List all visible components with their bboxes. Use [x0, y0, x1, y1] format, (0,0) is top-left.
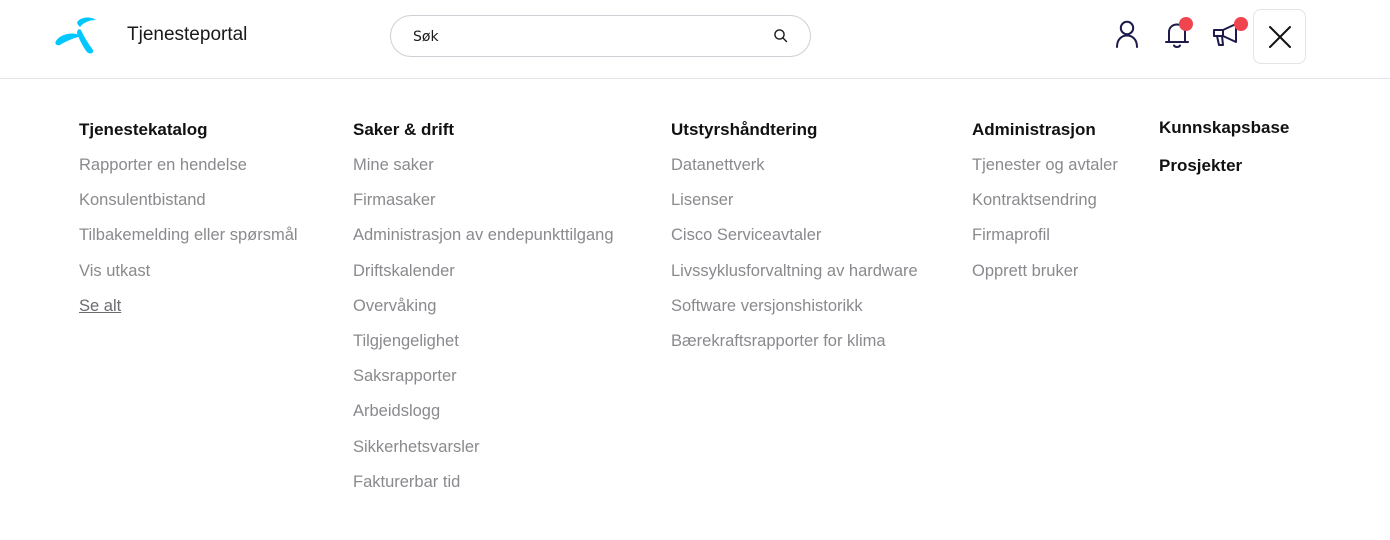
- menu-column-utstyrshandtering: Utstyrshåndtering Datanettverk Lisenser …: [671, 119, 918, 365]
- user-icon[interactable]: [1110, 18, 1144, 52]
- see-all-link[interactable]: Se alt: [79, 295, 298, 330]
- column-title: Utstyrshåndtering: [671, 120, 818, 139]
- column-title: Saker & drift: [353, 120, 455, 139]
- menu-column-saker-drift: Saker & drift Mine saker Firmasaker Admi…: [353, 119, 614, 506]
- telia-logo-icon[interactable]: [52, 15, 98, 55]
- menu-link[interactable]: Kontraktsendring: [972, 189, 1118, 224]
- menu-link[interactable]: Livssyklusforvaltning av hardware: [671, 260, 918, 295]
- column-title: Administrasjon: [972, 120, 1096, 139]
- search-input[interactable]: [413, 26, 753, 48]
- menu-link[interactable]: Opprett bruker: [972, 260, 1118, 295]
- menu-link[interactable]: Overvåking: [353, 295, 614, 330]
- menu-link[interactable]: Administrasjon av endepunkttilgang: [353, 224, 614, 259]
- menu-link[interactable]: Software versjonshistorikk: [671, 295, 918, 330]
- menu-link[interactable]: Tilgjengelighet: [353, 330, 614, 365]
- menu-link[interactable]: Saksrapporter: [353, 365, 614, 400]
- menu-link[interactable]: Firmasaker: [353, 189, 614, 224]
- menu-link[interactable]: Konsulentbistand: [79, 189, 298, 224]
- search-icon[interactable]: [772, 27, 790, 45]
- menu-link-kunnskapsbase[interactable]: Kunnskapsbase: [1159, 118, 1289, 138]
- menu-link[interactable]: Firmaprofil: [972, 224, 1118, 259]
- menu-link[interactable]: Mine saker: [353, 154, 614, 189]
- menu-link[interactable]: Arbeidslogg: [353, 400, 614, 435]
- notification-badge: [1179, 17, 1193, 31]
- menu-link-prosjekter[interactable]: Prosjekter: [1159, 156, 1242, 176]
- column-title: Tjenestekatalog: [79, 120, 208, 139]
- menu-link[interactable]: Rapporter en hendelse: [79, 154, 298, 189]
- menu-link[interactable]: Cisco Serviceavtaler: [671, 224, 918, 259]
- menu-link[interactable]: Vis utkast: [79, 260, 298, 295]
- menu-link[interactable]: Bærekraftsrapporter for klima: [671, 330, 918, 365]
- menu-column-tjenestekatalog: Tjenestekatalog Rapporter en hendelse Ko…: [79, 119, 298, 330]
- brand-title: Tjenesteportal: [127, 24, 248, 45]
- menu-link[interactable]: Tjenester og avtaler: [972, 154, 1118, 189]
- menu-link[interactable]: Driftskalender: [353, 260, 614, 295]
- menu-link[interactable]: Fakturerbar tid: [353, 471, 614, 506]
- search-box[interactable]: [390, 15, 811, 57]
- menu-column-administrasjon: Administrasjon Tjenester og avtaler Kont…: [972, 119, 1118, 295]
- announcement-badge: [1234, 17, 1248, 31]
- close-icon: [1269, 26, 1291, 48]
- menu-link[interactable]: Tilbakemelding eller spørsmål: [79, 224, 298, 259]
- menu-link[interactable]: Datanettverk: [671, 154, 918, 189]
- close-menu-button[interactable]: [1253, 9, 1306, 64]
- menu-link[interactable]: Sikkerhetsvarsler: [353, 436, 614, 471]
- top-bar: Tjenesteportal: [0, 0, 1390, 79]
- menu-link[interactable]: Lisenser: [671, 189, 918, 224]
